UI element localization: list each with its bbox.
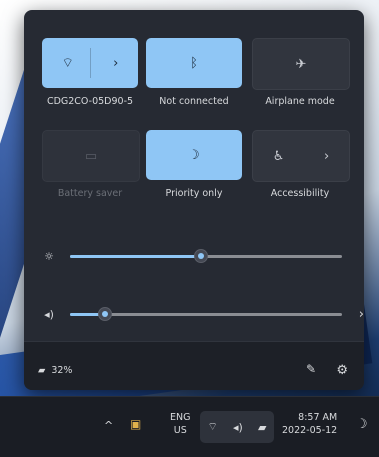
brightness-fill bbox=[70, 254, 201, 258]
airplane-mode-label: Airplane mode bbox=[265, 96, 335, 107]
brightness-thumb[interactable] bbox=[193, 248, 208, 263]
input-language-indicator[interactable]: ENG US bbox=[170, 411, 190, 437]
focus-assist-label: Priority only bbox=[165, 188, 223, 199]
system-tray-quick-settings-button[interactable]: ⌔ ◂) ▰ bbox=[200, 411, 274, 443]
clock-date: 2022-05-12 bbox=[282, 425, 338, 436]
focus-assist-icon: ☽ bbox=[188, 147, 200, 163]
volume-icon: ◂) bbox=[44, 307, 54, 321]
brightness-slider[interactable]: ☼ bbox=[42, 248, 342, 264]
show-hidden-icons-chevron-icon[interactable]: ^ bbox=[104, 419, 113, 432]
region-code: US bbox=[173, 425, 187, 436]
taskbar: ^ ▣ ENG US ⌔ ◂) ▰ 8:57 AM 2022-05-12 ☽ bbox=[0, 396, 379, 457]
battery-icon: ▰ bbox=[38, 365, 46, 376]
chevron-right-icon[interactable]: › bbox=[324, 149, 329, 164]
volume-thumb[interactable] bbox=[98, 306, 113, 321]
volume-icon: ◂) bbox=[233, 420, 243, 434]
language-code: ENG bbox=[170, 412, 191, 423]
accessibility-tile[interactable]: ♿ › bbox=[252, 130, 350, 182]
brightness-icon: ☼ bbox=[44, 249, 54, 263]
chevron-right-icon[interactable]: › bbox=[113, 56, 118, 71]
focus-assist-tile[interactable]: ☽ bbox=[146, 130, 242, 180]
wifi-icon: ⌔ bbox=[207, 420, 218, 433]
battery-saver-tile[interactable]: ▭ bbox=[42, 130, 140, 182]
battery-icon: ▰ bbox=[257, 420, 267, 434]
airplane-icon: ✈ bbox=[295, 56, 307, 72]
wifi-tile[interactable]: ⌔ › bbox=[42, 38, 138, 88]
bluetooth-icon: ᛒ bbox=[190, 55, 198, 71]
focus-assist-icon[interactable]: ☽ bbox=[356, 417, 368, 432]
tray-app-icon[interactable]: ▣ bbox=[130, 417, 141, 431]
airplane-mode-tile[interactable]: ✈ bbox=[252, 38, 350, 90]
wifi-icon: ⌔ bbox=[61, 56, 74, 71]
battery-percent: 32% bbox=[51, 365, 73, 376]
battery-saver-icon: ▭ bbox=[84, 148, 98, 164]
quick-settings-footer: ▰ 32% ✎ ⚙ bbox=[24, 341, 364, 390]
settings-gear-icon[interactable]: ⚙ bbox=[336, 363, 348, 378]
bluetooth-tile[interactable]: ᛒ bbox=[146, 38, 242, 88]
battery-status[interactable]: ▰ 32% bbox=[38, 365, 72, 376]
audio-output-chevron-icon[interactable]: › bbox=[359, 307, 364, 322]
volume-slider[interactable]: ◂) › bbox=[42, 306, 364, 322]
battery-saver-label: Battery saver bbox=[57, 188, 123, 199]
edit-pencil-icon[interactable]: ✎ bbox=[306, 362, 316, 376]
clock[interactable]: 8:57 AM 2022-05-12 bbox=[282, 411, 337, 437]
bluetooth-label: Not connected bbox=[159, 96, 229, 107]
accessibility-label: Accessibility bbox=[270, 188, 330, 199]
accessibility-icon: ♿ bbox=[272, 148, 285, 164]
quick-settings-panel: ⌔ › CDG2CO-05D90-5 ᛒ Not connected ✈ Air… bbox=[24, 10, 364, 390]
volume-track[interactable] bbox=[70, 306, 342, 321]
brightness-track[interactable] bbox=[70, 248, 342, 263]
wifi-label: CDG2CO-05D90-5 bbox=[46, 96, 134, 107]
clock-time: 8:57 AM bbox=[298, 412, 338, 423]
tile-divider bbox=[90, 48, 91, 78]
